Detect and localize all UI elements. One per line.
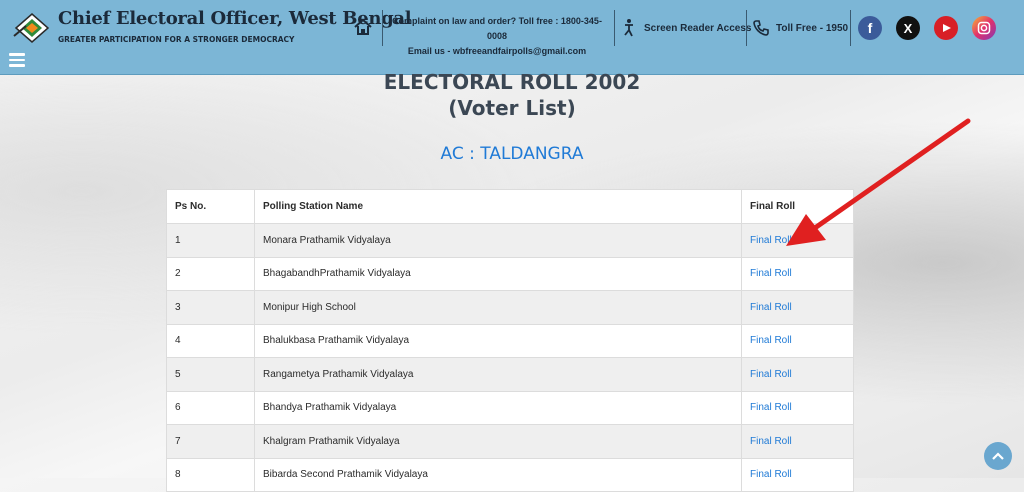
ps-no-cell: 7 <box>166 424 255 459</box>
final-roll-cell: Final Roll <box>741 424 854 459</box>
header-ps-no: Ps No. <box>166 189 255 224</box>
station-name-cell: Monipur High School <box>254 290 742 325</box>
final-roll-link[interactable]: Final Roll <box>750 469 792 480</box>
ps-no-cell: 1 <box>166 223 255 258</box>
site-logo[interactable] <box>12 8 52 48</box>
header-divider <box>382 10 383 46</box>
page-title: ELECTORAL ROLL 2002 <box>383 70 641 94</box>
home-icon[interactable] <box>352 16 374 38</box>
brand-tagline: GREATER PARTICIPATION FOR A STRONGER DEM… <box>58 35 295 44</box>
table-row: 8 Bibarda Second Prathamik Vidyalaya Fin… <box>166 457 854 492</box>
complaint-line: Complaint on law and order? Toll free : … <box>392 16 602 41</box>
screen-reader-label: Screen Reader Access <box>644 22 752 34</box>
header-station-name: Polling Station Name <box>254 189 742 224</box>
table-row: 4 Bhalukbasa Prathamik Vidyalaya Final R… <box>166 323 854 358</box>
final-roll-link[interactable]: Final Roll <box>750 268 792 279</box>
station-name-cell: Khalgram Prathamik Vidyalaya <box>254 424 742 459</box>
final-roll-link[interactable]: Final Roll <box>750 436 792 447</box>
menu-icon[interactable] <box>9 53 25 67</box>
ps-no-cell: 2 <box>166 256 255 291</box>
screen-reader-link[interactable]: Screen Reader Access <box>620 16 751 40</box>
table-row: 3 Monipur High School Final Roll <box>166 290 854 325</box>
page-subtitle: (Voter List) <box>448 96 576 120</box>
chevron-up-icon <box>992 452 1004 460</box>
ps-no-cell: 4 <box>166 323 255 358</box>
instagram-icon[interactable] <box>972 16 996 40</box>
final-roll-link[interactable]: Final Roll <box>750 369 792 380</box>
final-roll-link[interactable]: Final Roll <box>750 302 792 313</box>
x-icon[interactable]: X <box>896 16 920 40</box>
scroll-to-top-button[interactable] <box>984 442 1012 470</box>
polling-station-table: Ps No. Polling Station Name Final Roll 1… <box>166 189 854 492</box>
table-header-row: Ps No. Polling Station Name Final Roll <box>166 189 854 224</box>
assembly-constituency-label: AC : TALDANGRA <box>440 144 584 164</box>
station-name-cell: BhagabandhPrathamik Vidyalaya <box>254 256 742 291</box>
header-divider <box>850 10 851 46</box>
email-line[interactable]: Email us - wbfreeandfairpolls@gmail.com <box>384 44 610 59</box>
final-roll-cell: Final Roll <box>741 390 854 425</box>
toll-free-label: Toll Free - 1950 <box>776 22 849 34</box>
final-roll-link[interactable]: Final Roll <box>750 235 792 246</box>
station-name-cell: Bhalukbasa Prathamik Vidyalaya <box>254 323 742 358</box>
site-header: Chief Electoral Officer, West Bengal GRE… <box>0 0 1024 75</box>
phone-icon <box>753 20 769 36</box>
header-divider <box>746 10 747 46</box>
table-row: 2 BhagabandhPrathamik Vidyalaya Final Ro… <box>166 256 854 291</box>
final-roll-link[interactable]: Final Roll <box>750 335 792 346</box>
table-row: 5 Rangametya Prathamik Vidyalaya Final R… <box>166 357 854 392</box>
table-row: 1 Monara Prathamik Vidyalaya Final Roll <box>166 223 854 258</box>
ballot-logo-icon <box>13 13 50 43</box>
final-roll-cell: Final Roll <box>741 357 854 392</box>
station-name-cell: Bibarda Second Prathamik Vidyalaya <box>254 457 742 492</box>
final-roll-cell: Final Roll <box>741 323 854 358</box>
header-final-roll: Final Roll <box>741 189 854 224</box>
table-row: 6 Bhandya Prathamik Vidyalaya Final Roll <box>166 390 854 425</box>
table-row: 7 Khalgram Prathamik Vidyalaya Final Rol… <box>166 424 854 459</box>
complaint-info: Complaint on law and order? Toll free : … <box>384 14 610 59</box>
final-roll-cell: Final Roll <box>741 457 854 492</box>
final-roll-link[interactable]: Final Roll <box>750 402 792 413</box>
final-roll-cell: Final Roll <box>741 223 854 258</box>
facebook-icon[interactable]: f <box>858 16 882 40</box>
ps-no-cell: 3 <box>166 290 255 325</box>
ps-no-cell: 6 <box>166 390 255 425</box>
youtube-icon[interactable] <box>934 16 958 40</box>
header-divider <box>614 10 615 46</box>
accessibility-icon <box>624 19 633 37</box>
ps-no-cell: 8 <box>166 457 255 492</box>
station-name-cell: Bhandya Prathamik Vidyalaya <box>254 390 742 425</box>
final-roll-cell: Final Roll <box>741 290 854 325</box>
toll-free-link[interactable]: Toll Free - 1950 <box>752 16 848 40</box>
station-name-cell: Rangametya Prathamik Vidyalaya <box>254 357 742 392</box>
ps-no-cell: 5 <box>166 357 255 392</box>
station-name-cell: Monara Prathamik Vidyalaya <box>254 223 742 258</box>
final-roll-cell: Final Roll <box>741 256 854 291</box>
